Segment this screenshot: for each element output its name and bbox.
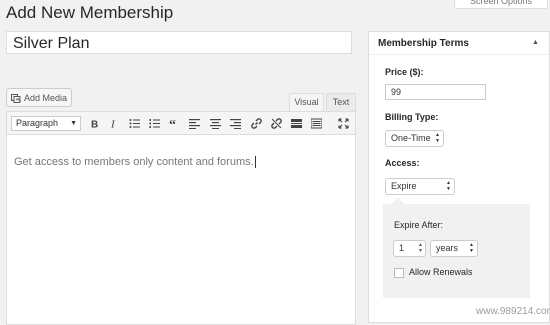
billing-type-select[interactable]: One-Time ▲ ▼ — [385, 130, 444, 147]
format-select-value: Paragraph — [16, 118, 59, 128]
link-icon[interactable] — [249, 116, 263, 131]
add-media-button[interactable]: Add Media — [6, 88, 72, 107]
expire-after-panel: Expire After: 1 ▲ ▼ years ▲ ▼ Allow Renewa… — [383, 204, 530, 298]
select-arrows-icon: ▲ ▼ — [435, 132, 440, 144]
text-caret — [254, 156, 256, 169]
access-select[interactable]: Expire ▲ ▼ — [385, 178, 455, 195]
allow-renewals-checkbox[interactable] — [394, 268, 404, 278]
align-center-icon[interactable] — [208, 116, 222, 131]
read-more-icon[interactable] — [289, 116, 303, 131]
select-arrows-icon: ▲ ▼ — [446, 180, 451, 192]
add-media-label: Add Media — [24, 92, 68, 103]
allow-renewals-label: Allow Renewals — [409, 267, 473, 277]
collapse-toggle-icon[interactable]: ▲ — [532, 39, 539, 46]
editor-content-area[interactable]: Get access to members only content and f… — [6, 135, 356, 325]
screen-options-button[interactable]: Screen Options — [454, 0, 548, 9]
align-right-icon[interactable] — [228, 116, 242, 131]
editor-text-content: Get access to members only content and f… — [14, 156, 254, 168]
fullscreen-icon[interactable] — [336, 116, 350, 131]
italic-icon[interactable]: I — [106, 116, 120, 131]
expire-unit-value: years — [436, 243, 459, 253]
bold-icon[interactable]: B — [87, 116, 101, 131]
membership-terms-box: Membership Terms ▲ Price ($): 99 Billing… — [368, 31, 550, 323]
expire-after-value: 1 — [399, 243, 405, 253]
tab-text[interactable]: Text — [326, 93, 356, 111]
page-title: Add New Membership — [6, 3, 174, 22]
unlink-icon[interactable] — [269, 116, 283, 131]
membership-terms-header[interactable]: Membership Terms ▲ — [369, 32, 549, 55]
blockquote-icon[interactable]: “ — [167, 116, 181, 131]
membership-title-input[interactable]: Silver Plan — [6, 31, 352, 54]
media-icon — [11, 93, 21, 103]
format-select[interactable]: Paragraph ▼ — [11, 116, 81, 131]
expire-after-label: Expire After: — [394, 220, 444, 230]
stepper-arrows-icon[interactable]: ▲ ▼ — [418, 242, 423, 254]
svg-text:“: “ — [169, 118, 176, 129]
access-label: Access: — [385, 158, 420, 168]
svg-text:B: B — [91, 120, 98, 130]
editor-toolbar: Paragraph ▼ B I “ — [6, 111, 356, 135]
select-arrows-icon: ▲ ▼ — [469, 242, 474, 254]
price-label: Price ($): — [385, 67, 424, 77]
bullet-list-icon[interactable] — [127, 116, 141, 131]
toolbar-toggle-icon[interactable] — [309, 116, 323, 131]
expire-unit-select[interactable]: years ▲ ▼ — [430, 240, 478, 257]
editor-text: Get access to members only content and f… — [14, 156, 256, 169]
numbered-list-icon[interactable] — [147, 116, 161, 131]
billing-type-value: One-Time — [391, 133, 431, 143]
access-value: Expire — [391, 181, 417, 191]
membership-terms-title: Membership Terms — [378, 38, 469, 49]
expire-after-number-input[interactable]: 1 ▲ ▼ — [393, 240, 426, 257]
price-input[interactable]: 99 — [385, 84, 486, 100]
billing-type-label: Billing Type: — [385, 112, 439, 122]
chevron-down-icon: ▼ — [70, 120, 77, 127]
watermark-text: www.989214.com — [476, 306, 550, 317]
tab-visual[interactable]: Visual — [289, 93, 324, 111]
svg-text:I: I — [110, 119, 116, 130]
align-left-icon[interactable] — [187, 116, 201, 131]
